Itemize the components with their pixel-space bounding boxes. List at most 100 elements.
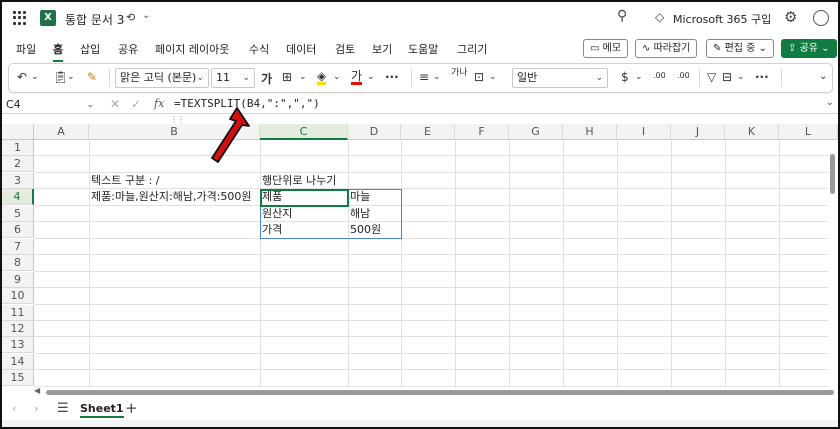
column-header-j[interactable]: J: [671, 124, 725, 140]
tab-share[interactable]: 공유: [118, 41, 138, 57]
tab-page-layout[interactable]: 페이지 레이아웃: [155, 41, 229, 57]
wrap-text-button[interactable]: 가나: [451, 69, 468, 78]
column-header-i[interactable]: I: [617, 124, 671, 140]
row-header-11[interactable]: 11: [2, 304, 34, 321]
scroll-left-icon[interactable]: ◀: [34, 386, 40, 395]
resize-handle-icon[interactable]: ⋮⋮: [170, 115, 185, 124]
merge-cells-icon[interactable]: ⊡: [474, 70, 484, 84]
borders-icon[interactable]: ⊞: [282, 70, 292, 84]
row-header-6[interactable]: 6: [2, 222, 34, 239]
ms365-purchase-link[interactable]: Microsoft 365 구입: [673, 11, 771, 27]
row-header-7[interactable]: 7: [2, 238, 34, 255]
column-header-l[interactable]: L: [779, 124, 838, 140]
decrease-decimal-button[interactable]: .00: [677, 71, 690, 80]
confirm-icon[interactable]: ✓: [131, 97, 141, 111]
cancel-icon[interactable]: ✕: [110, 97, 120, 111]
format-painter-icon[interactable]: ✎: [87, 70, 97, 84]
divider: [699, 69, 700, 87]
cell-b4[interactable]: 제품:마늘,원산지:해남,가격:500원: [89, 189, 252, 205]
merge-chevron-icon[interactable]: ⌄: [489, 72, 497, 82]
column-header-k[interactable]: K: [725, 124, 779, 140]
horizontal-scroll-thumb[interactable]: [46, 390, 834, 395]
row-header-9[interactable]: 9: [2, 271, 34, 288]
row-header-10[interactable]: 10: [2, 288, 34, 305]
align-chevron-icon[interactable]: ⌄: [433, 72, 441, 82]
column-header-d[interactable]: D: [348, 124, 401, 140]
avatar[interactable]: [813, 10, 829, 26]
row-header-1[interactable]: 1: [2, 140, 34, 156]
tab-help[interactable]: 도움말: [408, 41, 438, 57]
tab-review[interactable]: 검토: [335, 41, 355, 57]
styles-chevron-icon[interactable]: ⌄: [737, 72, 745, 82]
prev-sheet-icon[interactable]: ‹: [12, 402, 16, 415]
column-header-h[interactable]: H: [563, 124, 617, 140]
tab-data[interactable]: 데이터: [286, 41, 316, 57]
cell-styles-icon[interactable]: ⊟: [722, 70, 732, 84]
number-format-dropdown[interactable]: 일반 ⌄: [512, 68, 608, 88]
undo-chevron-icon[interactable]: ⌄: [31, 72, 39, 82]
document-title[interactable]: 통합 문서 3: [65, 11, 124, 28]
column-header-e[interactable]: E: [401, 124, 455, 140]
tab-draw[interactable]: 그리기: [457, 41, 487, 57]
comments-button[interactable]: ▭ 메모: [583, 39, 629, 58]
next-sheet-icon[interactable]: ›: [34, 402, 38, 415]
increase-decimal-button[interactable]: .00: [653, 71, 666, 80]
currency-button[interactable]: $: [621, 70, 629, 84]
select-all-corner[interactable]: [2, 124, 34, 140]
expand-formula-chevron-icon[interactable]: ⌄: [826, 97, 834, 108]
sheet-tab-sheet1[interactable]: Sheet1: [80, 402, 124, 418]
cell-b3[interactable]: 텍스트 구분 : /: [89, 173, 160, 189]
font-name-dropdown[interactable]: 맑은 고딕 (본문) ⌄: [115, 68, 209, 88]
paste-chevron-icon[interactable]: ⌄: [67, 72, 75, 82]
ribbon-collapse-chevron-icon[interactable]: ⌄: [819, 71, 827, 82]
cell-c3[interactable]: 행단위로 나누기: [260, 173, 336, 189]
tab-formulas[interactable]: 수식: [249, 41, 269, 57]
font-color-chevron-icon[interactable]: ⌄: [367, 72, 375, 82]
vertical-scroll-thumb[interactable]: [830, 154, 835, 194]
row-header-13[interactable]: 13: [2, 337, 34, 354]
row-header-4[interactable]: 4: [2, 189, 34, 206]
column-header-g[interactable]: G: [509, 124, 563, 140]
catch-up-button[interactable]: ∿ 따라잡기: [635, 39, 698, 58]
tab-file[interactable]: 파일: [16, 41, 36, 57]
search-icon[interactable]: ⚲: [617, 8, 627, 24]
column-header-f[interactable]: F: [455, 124, 509, 140]
row-header-12[interactable]: 12: [2, 320, 34, 337]
font-size-dropdown[interactable]: 11 ⌄: [211, 68, 255, 88]
font-color-button[interactable]: 가: [351, 70, 363, 85]
fill-color-icon[interactable]: ◈: [317, 70, 327, 85]
row-header-15[interactable]: 15: [2, 370, 34, 387]
row-header-5[interactable]: 5: [2, 205, 34, 222]
borders-chevron-icon[interactable]: ⌄: [299, 72, 307, 82]
row-header-14[interactable]: 14: [2, 353, 34, 370]
more-options-icon[interactable]: ···: [755, 70, 769, 84]
worksheet-grid[interactable]: A B C D E F G H I J K L 1 2 3 4 5 6 7 8 9 10 11 12 13 14 15 텍스트 구분 …: [2, 124, 838, 388]
gear-icon[interactable]: ⚙: [784, 8, 797, 26]
column-header-a[interactable]: A: [34, 124, 89, 140]
currency-chevron-icon[interactable]: ⌄: [635, 72, 643, 82]
row-header-3[interactable]: 3: [2, 172, 34, 189]
share-button[interactable]: ⇪ 공유 ⌄: [781, 39, 837, 58]
row-header-8[interactable]: 8: [2, 255, 34, 272]
fill-chevron-icon[interactable]: ⌄: [333, 72, 341, 82]
title-chevron-down-icon[interactable]: ⌄: [142, 10, 150, 21]
tab-view[interactable]: 보기: [372, 41, 392, 57]
all-sheets-menu-icon[interactable]: ☰: [57, 401, 69, 416]
insert-function-button[interactable]: fx: [154, 97, 164, 110]
undo-icon[interactable]: ↶: [17, 70, 27, 84]
app-launcher-icon[interactable]: [13, 11, 27, 25]
column-header-c[interactable]: C: [260, 124, 348, 140]
tab-home[interactable]: 홈: [53, 41, 64, 62]
bold-button[interactable]: 가: [261, 70, 272, 87]
conditional-format-icon[interactable]: ▽: [707, 70, 716, 84]
more-font-options-icon[interactable]: ···: [385, 70, 399, 84]
horizontal-scrollbar[interactable]: ◀: [34, 386, 834, 398]
row-header-2[interactable]: 2: [2, 156, 34, 173]
add-sheet-icon[interactable]: +: [125, 399, 138, 417]
clipboard-icon[interactable]: 📋︎: [53, 70, 68, 84]
editing-mode-button[interactable]: ✎ 편집 중 ⌄: [706, 39, 774, 58]
align-icon[interactable]: ≡: [419, 70, 429, 84]
vertical-scrollbar[interactable]: [828, 140, 838, 388]
tab-insert[interactable]: 삽입: [80, 41, 100, 57]
name-box[interactable]: C4 ⌄: [6, 97, 96, 113]
